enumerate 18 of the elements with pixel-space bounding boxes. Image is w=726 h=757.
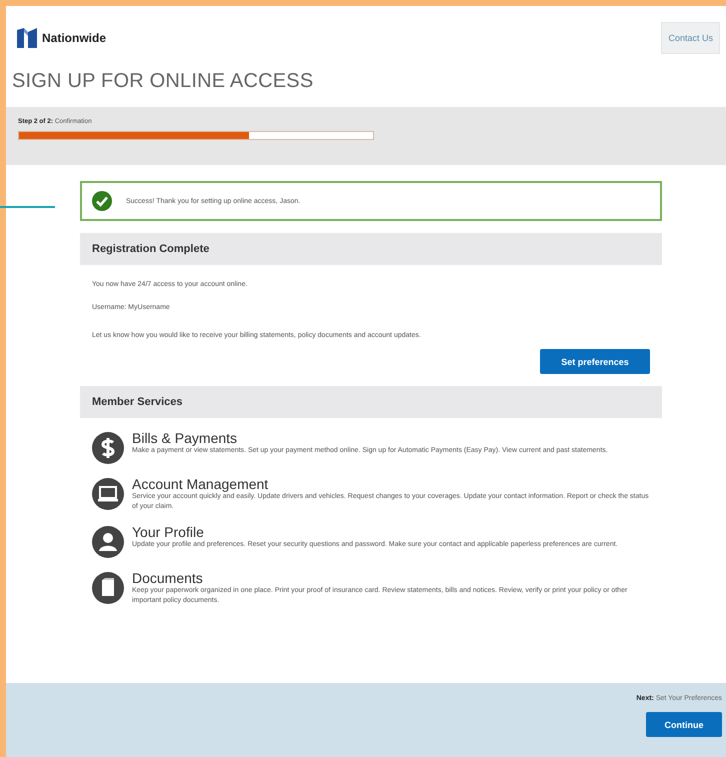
person-icon <box>92 526 124 558</box>
callout-line <box>0 206 55 208</box>
section-heading: Member Services <box>80 386 662 418</box>
continue-button[interactable]: Continue <box>646 712 722 737</box>
set-preferences-button[interactable]: Set preferences <box>540 349 650 374</box>
document-icon <box>92 572 124 604</box>
service-title: Documents <box>132 570 204 586</box>
logo-icon <box>16 26 38 50</box>
section-heading: Registration Complete <box>80 233 662 265</box>
service-title: Your Profile <box>132 524 205 540</box>
contact-button[interactable]: Contact Us <box>661 22 720 54</box>
logo-text: Nationwide <box>42 31 106 45</box>
check-icon <box>92 191 112 211</box>
dollar-icon <box>92 432 124 464</box>
laptop-icon <box>92 478 124 510</box>
service-title: Bills & Payments <box>132 430 238 446</box>
service-title: Account Management <box>132 476 270 492</box>
page-title: SIGN UP FOR ONLINE ACCESS <box>11 69 314 94</box>
